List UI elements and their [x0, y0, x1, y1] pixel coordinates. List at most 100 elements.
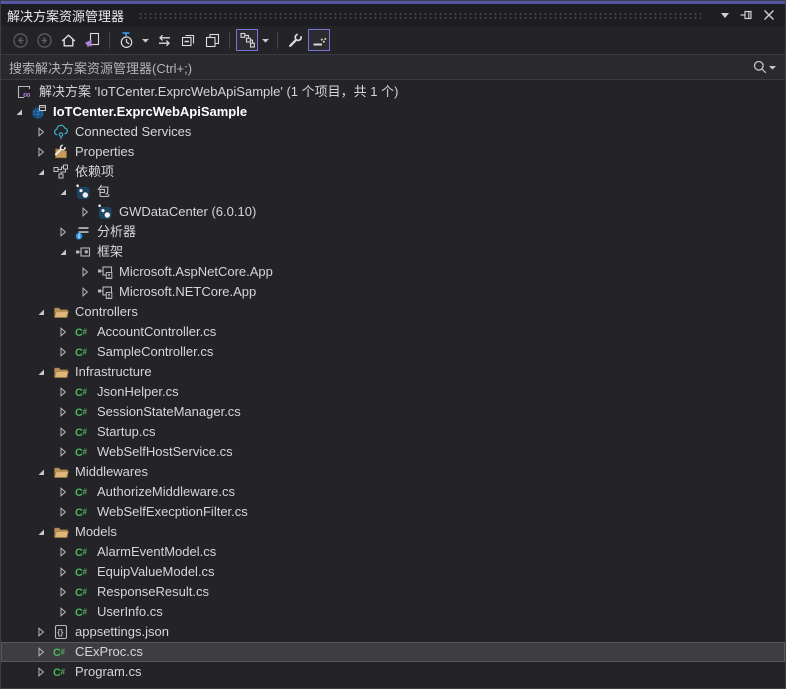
- forward-button[interactable]: [33, 29, 55, 51]
- csharp-icon: C#: [75, 584, 91, 600]
- expander-expanded-icon[interactable]: [33, 164, 53, 180]
- expander-collapsed-icon[interactable]: [77, 284, 97, 300]
- expander-expanded-icon[interactable]: [33, 524, 53, 540]
- properties-icon: [53, 144, 69, 160]
- tree-row-label: 框架: [97, 242, 123, 262]
- hierarchy-dropdown-button[interactable]: [260, 29, 271, 51]
- expander-expanded-icon[interactable]: [55, 184, 75, 200]
- tree-row[interactable]: Microsoft.AspNetCore.App: [1, 262, 785, 282]
- tree-row[interactable]: 分析器: [1, 222, 785, 242]
- expander-collapsed-icon[interactable]: [33, 624, 53, 640]
- expander-collapsed-icon[interactable]: [55, 584, 75, 600]
- tree-row[interactable]: Microsoft.NETCore.App: [1, 282, 785, 302]
- expander-collapsed-icon[interactable]: [55, 224, 75, 240]
- back-button[interactable]: [9, 29, 31, 51]
- expander-expanded-icon[interactable]: [33, 304, 53, 320]
- expander-collapsed-icon[interactable]: [33, 644, 53, 660]
- show-all-files-button[interactable]: [201, 29, 223, 51]
- expander-collapsed-icon[interactable]: [55, 424, 75, 440]
- tree-row[interactable]: C# AuthorizeMiddleware.cs: [1, 482, 785, 502]
- tree-row[interactable]: {} appsettings.json: [1, 622, 785, 642]
- tree-row[interactable]: C# WebSelfExecptionFilter.cs: [1, 502, 785, 522]
- expander-expanded-icon[interactable]: [33, 464, 53, 480]
- expander-collapsed-icon[interactable]: [77, 264, 97, 280]
- csharp-icon: C#: [75, 444, 91, 460]
- csharp-icon: C#: [53, 664, 69, 680]
- expander-expanded-icon[interactable]: [11, 104, 31, 120]
- tree-row[interactable]: C# EquipValueModel.cs: [1, 562, 785, 582]
- expander-collapsed-icon[interactable]: [55, 324, 75, 340]
- tree-row[interactable]: Controllers: [1, 302, 785, 322]
- tree-row-selected[interactable]: C# CExProc.cs: [1, 642, 785, 662]
- tree-row[interactable]: C# ResponseResult.cs: [1, 582, 785, 602]
- expander-collapsed-icon[interactable]: [33, 664, 53, 680]
- tree-row[interactable]: IoTCenter.ExprcWebApiSample: [1, 102, 785, 122]
- filter-dropdown-button[interactable]: [140, 29, 151, 51]
- tree-row[interactable]: C# UserInfo.cs: [1, 602, 785, 622]
- preview-selected-items-button[interactable]: [308, 29, 330, 51]
- expander-collapsed-icon[interactable]: [55, 384, 75, 400]
- tree-row[interactable]: 框架: [1, 242, 785, 262]
- expander-expanded-icon[interactable]: [55, 244, 75, 260]
- expander-collapsed-icon[interactable]: [55, 444, 75, 460]
- expander-collapsed-icon[interactable]: [55, 604, 75, 620]
- close-button[interactable]: [759, 6, 779, 24]
- expander-collapsed-icon[interactable]: [55, 544, 75, 560]
- tree-row-label: IoTCenter.ExprcWebApiSample: [53, 102, 247, 122]
- tree-row[interactable]: Models: [1, 522, 785, 542]
- collapse-all-button[interactable]: [177, 29, 199, 51]
- tree-row-label: AlarmEventModel.cs: [97, 542, 216, 562]
- tree-row[interactable]: C# Startup.cs: [1, 422, 785, 442]
- tree-row-label: SampleController.cs: [97, 342, 213, 362]
- tree-row[interactable]: Properties: [1, 142, 785, 162]
- folder-icon: [53, 364, 69, 380]
- toolbar-separator: [277, 32, 278, 49]
- svg-text:#: #: [83, 447, 88, 456]
- tree-row[interactable]: Infrastructure: [1, 362, 785, 382]
- expander-collapsed-icon[interactable]: [55, 504, 75, 520]
- search-placeholder: 搜索解决方案资源管理器(Ctrl+;): [9, 58, 752, 77]
- tree-row[interactable]: C# SessionStateManager.cs: [1, 402, 785, 422]
- tree-row[interactable]: C# WebSelfHostService.cs: [1, 442, 785, 462]
- tree-row-label: GWDataCenter (6.0.10): [119, 202, 256, 222]
- expander-collapsed-icon[interactable]: [55, 564, 75, 580]
- tree-row[interactable]: C# AccountController.cs: [1, 322, 785, 342]
- expander-collapsed-icon[interactable]: [77, 204, 97, 220]
- solution-tree: ∞ 解决方案 'IoTCenter.ExprcWebApiSample' (1 …: [1, 80, 785, 688]
- pin-icon: [739, 7, 755, 23]
- tree-row[interactable]: 包: [1, 182, 785, 202]
- tree-row[interactable]: Connected Services: [1, 122, 785, 142]
- expander-expanded-icon[interactable]: [33, 364, 53, 380]
- tree-row[interactable]: C# JsonHelper.cs: [1, 382, 785, 402]
- expander-collapsed-icon[interactable]: [33, 144, 53, 160]
- nuget-icon: [75, 184, 91, 200]
- sync-with-active-document-button[interactable]: [81, 29, 103, 51]
- pending-changes-filter-button[interactable]: [116, 29, 138, 51]
- switch-views-button[interactable]: [153, 29, 175, 51]
- expander-collapsed-icon[interactable]: [55, 404, 75, 420]
- svg-text:#: #: [83, 347, 88, 356]
- tree-row[interactable]: Middlewares: [1, 462, 785, 482]
- tree-row[interactable]: C# SampleController.cs: [1, 342, 785, 362]
- toolbar: [1, 26, 785, 54]
- home-button[interactable]: [57, 29, 79, 51]
- search-input[interactable]: 搜索解决方案资源管理器(Ctrl+;): [1, 54, 785, 80]
- solution-hierarchy-toggle-button[interactable]: [236, 29, 258, 51]
- tree-row[interactable]: ∞ 解决方案 'IoTCenter.ExprcWebApiSample' (1 …: [1, 82, 785, 102]
- tree-row[interactable]: GWDataCenter (6.0.10): [1, 202, 785, 222]
- search-button[interactable]: [752, 59, 777, 75]
- properties-button[interactable]: [284, 29, 306, 51]
- expander-collapsed-icon[interactable]: [33, 124, 53, 140]
- tree-row[interactable]: C# Program.cs: [1, 662, 785, 682]
- chevron-down-sm-icon: [261, 32, 270, 48]
- tree-row[interactable]: C# AlarmEventModel.cs: [1, 542, 785, 562]
- auto-hide-pin-button[interactable]: [737, 6, 757, 24]
- folder-icon: [53, 464, 69, 480]
- show-all-files-icon: [204, 32, 221, 49]
- expander-collapsed-icon[interactable]: [55, 484, 75, 500]
- window-position-menu-button[interactable]: [715, 6, 735, 24]
- expander-collapsed-icon[interactable]: [55, 344, 75, 360]
- chevron-down-icon: [768, 59, 777, 75]
- titlebar[interactable]: 解决方案资源管理器: [1, 4, 785, 26]
- tree-row[interactable]: 依赖项: [1, 162, 785, 182]
